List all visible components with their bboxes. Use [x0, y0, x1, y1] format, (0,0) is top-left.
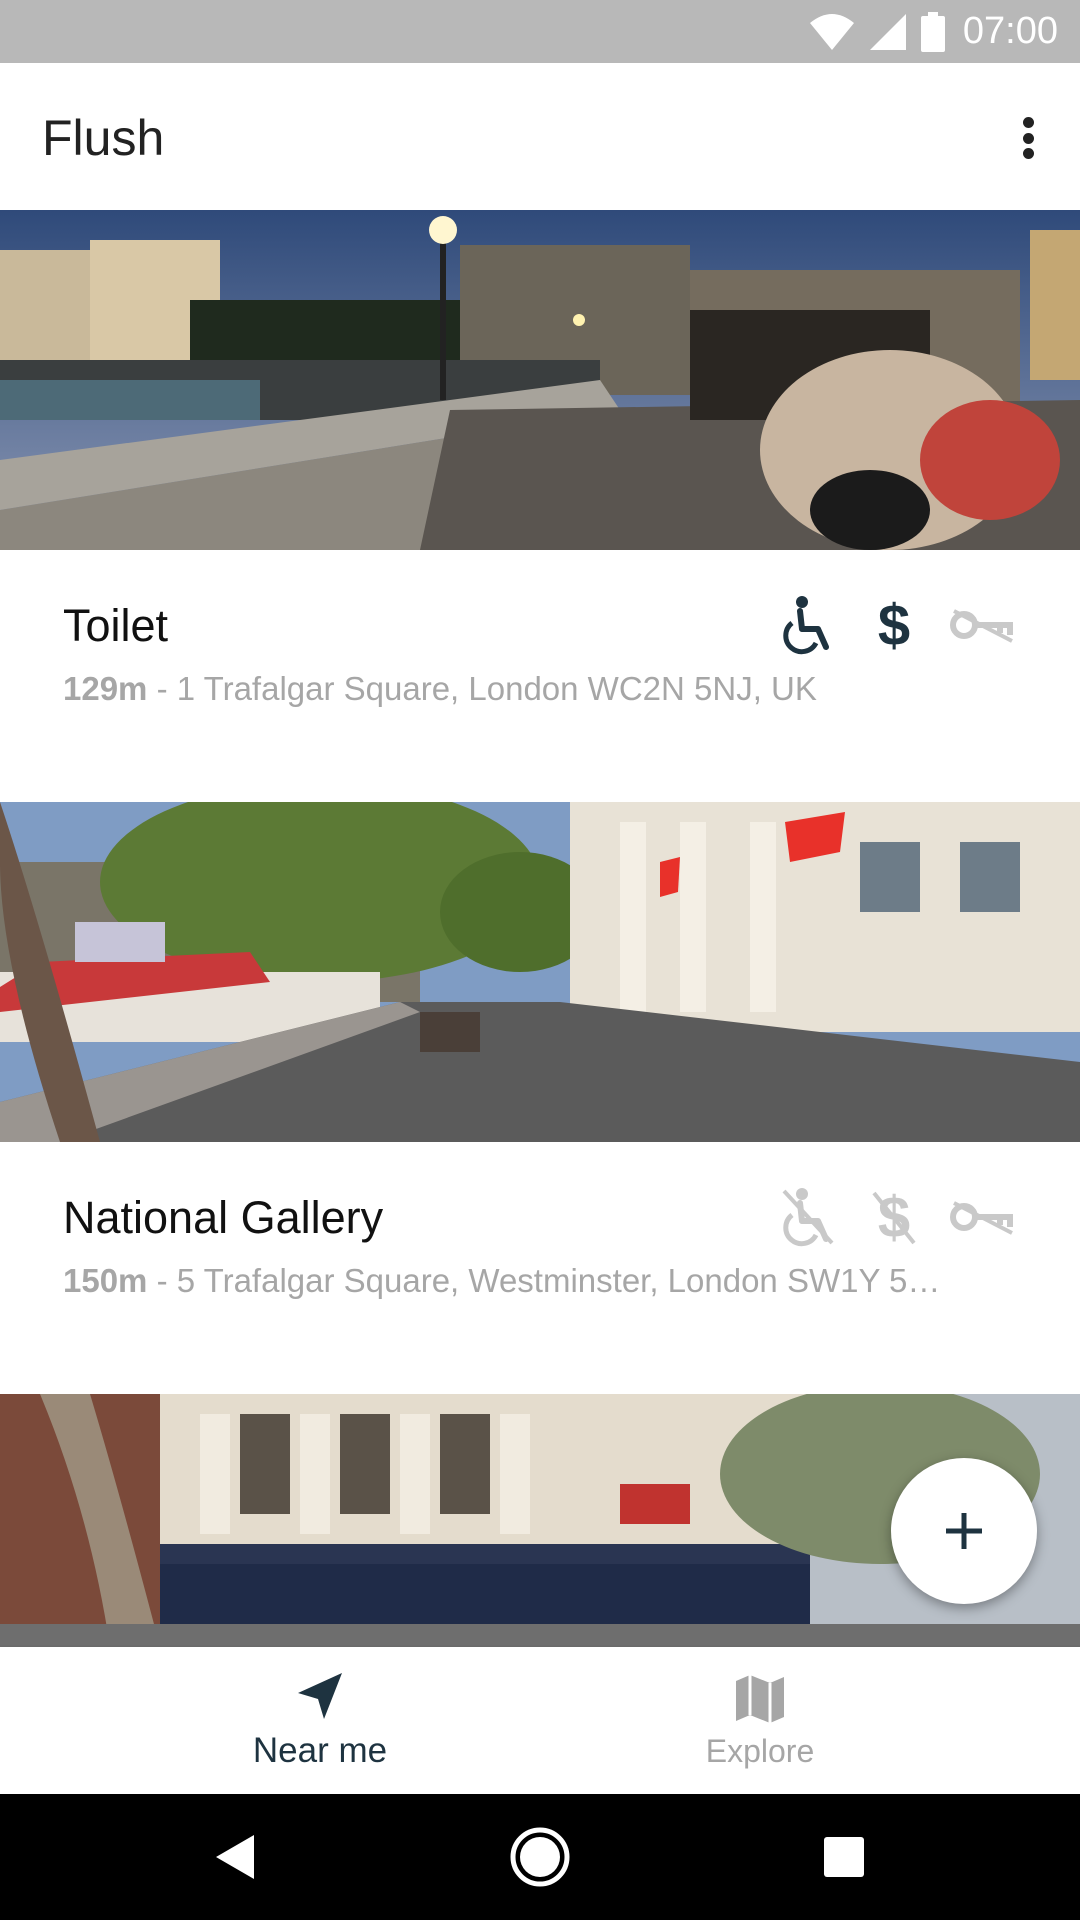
more-vert-icon[interactable] [1010, 111, 1046, 165]
map-icon [736, 1675, 784, 1723]
app-title: Flush [42, 110, 165, 166]
place-address: 129m - 1 Trafalgar Square, London WC2N 5… [63, 670, 817, 707]
tab-label: Explore [705, 1733, 815, 1769]
place-title[interactable]: Toilet [63, 600, 168, 652]
places-list[interactable]: Toilet $ 129m - 1 Trafalgar Square, Lond… [0, 210, 1080, 1647]
home-icon[interactable] [509, 1826, 571, 1888]
dollar-off-icon: $ [872, 1187, 916, 1247]
app-bar: Flush [0, 63, 1080, 210]
battery-icon [920, 11, 945, 52]
signal-icon [869, 13, 906, 50]
wheelchair-icon [780, 595, 836, 655]
back-icon[interactable] [214, 1833, 258, 1881]
place-distance: 129m [63, 670, 148, 707]
add-place-button[interactable] [891, 1458, 1037, 1604]
bottom-navigation: Near me Explore [0, 1647, 1080, 1794]
place-address: 150m - 5 Trafalgar Square, Westminster, … [63, 1262, 941, 1299]
recents-icon[interactable] [823, 1836, 865, 1878]
place-photo[interactable] [0, 210, 1080, 550]
key-off-icon [950, 1197, 1016, 1237]
status-bar: 07:00 [0, 0, 1080, 63]
tab-label: Near me [252, 1731, 388, 1770]
place-title[interactable]: National Gallery [63, 1192, 383, 1244]
tab-explore[interactable]: Explore [490, 1647, 1030, 1794]
system-navigation-bar [0, 1794, 1080, 1920]
place-distance: 150m [63, 1262, 148, 1299]
svg-text:$: $ [878, 595, 910, 655]
key-off-icon [950, 605, 1016, 645]
status-time: 07:00 [962, 10, 1058, 52]
plus-icon [946, 1513, 982, 1549]
dollar-icon: $ [872, 595, 916, 655]
navigation-arrow-icon [298, 1673, 342, 1719]
wheelchair-off-icon [780, 1187, 836, 1247]
place-photo[interactable] [0, 802, 1080, 1142]
wifi-icon [809, 13, 854, 50]
